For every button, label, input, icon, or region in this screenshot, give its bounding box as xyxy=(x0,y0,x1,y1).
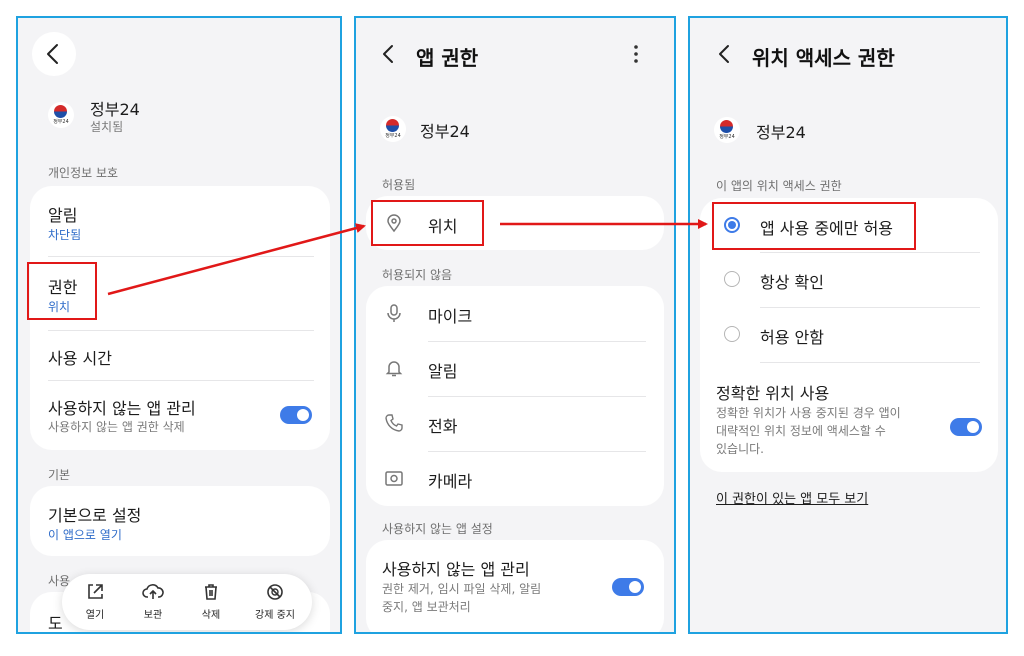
bottom-action-bar: 열기 보관 삭제 강제 중지 xyxy=(62,574,312,630)
back-button[interactable] xyxy=(32,32,76,76)
not-allowed-card: 마이크 알림 전화 카메라 xyxy=(366,286,664,506)
back-arrow-icon xyxy=(47,44,58,64)
permission-camera-row[interactable]: 카메라 xyxy=(366,451,664,506)
section-privacy: 개인정보 보호 xyxy=(48,166,119,180)
app-name: 정부24 xyxy=(90,100,140,119)
trash-icon xyxy=(205,584,217,600)
permission-camera-label: 카메라 xyxy=(428,472,473,491)
back-arrow-icon xyxy=(719,45,729,63)
phone-icon xyxy=(385,414,403,432)
delete-button[interactable]: 삭제 xyxy=(188,580,234,624)
app-logo: 정부24 xyxy=(714,117,740,143)
precise-location-desc-1: 정확한 위치가 사용 중지된 경우 앱이 xyxy=(716,406,901,420)
usage-time-row[interactable]: 사용 시간 xyxy=(30,330,330,380)
set-default-label: 기본으로 설정 xyxy=(48,506,142,525)
see-all-apps-link[interactable]: 이 권한이 있는 앱 모두 보기 xyxy=(716,488,868,507)
open-button[interactable]: 열기 xyxy=(72,580,118,624)
set-default-value: 이 앱으로 열기 xyxy=(48,528,122,542)
default-card: 기본으로 설정 이 앱으로 열기 xyxy=(30,486,330,556)
unused-apps-label: 사용하지 않는 앱 관리 xyxy=(48,399,196,418)
app-name: 정부24 xyxy=(420,122,470,141)
back-button[interactable] xyxy=(710,40,738,68)
permission-microphone-row[interactable]: 마이크 xyxy=(366,286,664,341)
back-button[interactable] xyxy=(374,40,402,68)
back-arrow-icon xyxy=(383,45,393,63)
highlight-while-using-option xyxy=(712,202,916,250)
precise-location-toggle[interactable] xyxy=(950,418,982,436)
unused-apps-label: 사용하지 않는 앱 관리 xyxy=(382,560,530,579)
permission-phone-label: 전화 xyxy=(428,417,458,436)
unused-apps-toggle[interactable] xyxy=(612,578,644,596)
archive-label: 보관 xyxy=(143,610,163,621)
precise-location-desc-3: 있습니다. xyxy=(716,442,764,456)
precise-location-label: 정확한 위치 사용 xyxy=(716,384,830,403)
permission-microphone-label: 마이크 xyxy=(428,307,473,326)
precise-location-row[interactable]: 정확한 위치 사용 정확한 위치가 사용 중지된 경우 앱이 대략적인 위치 정… xyxy=(700,362,998,470)
page-title: 위치 액세스 권한 xyxy=(752,46,895,70)
cloud-upload-icon xyxy=(142,584,164,599)
option-deny-label: 허용 안함 xyxy=(760,328,824,347)
usage-time-label: 사용 시간 xyxy=(48,349,112,368)
bell-icon xyxy=(385,361,403,377)
page-title: 앱 권한 xyxy=(416,46,479,70)
unused-apps-desc: 사용하지 않는 앱 권한 삭제 xyxy=(48,420,185,434)
more-options-icon[interactable] xyxy=(626,42,646,66)
camera-icon xyxy=(385,471,403,486)
partial-row-label: 도 xyxy=(48,614,63,633)
force-stop-button[interactable]: 강제 중지 xyxy=(246,580,304,624)
app-logo: 정부24 xyxy=(48,102,74,128)
highlight-location-row xyxy=(371,200,484,246)
app-info-screen: 정부24 정부24 설치됨 개인정보 보호 알림 차단됨 권한 위치 사용 시간… xyxy=(16,16,342,634)
unused-apps-desc-1: 권한 제거, 임시 파일 삭제, 알림 xyxy=(382,582,542,596)
unused-apps-row[interactable]: 사용하지 않는 앱 관리 권한 제거, 임시 파일 삭제, 알림 중지, 앱 보… xyxy=(366,540,664,632)
highlight-permissions-row xyxy=(27,262,97,320)
archive-button[interactable]: 보관 xyxy=(130,580,176,624)
unused-apps-toggle[interactable] xyxy=(280,406,312,424)
section-default: 기본 xyxy=(48,468,71,482)
radio-always-ask[interactable] xyxy=(724,271,740,287)
logo-text: 정부24 xyxy=(719,134,735,140)
section-allowed: 허용됨 xyxy=(382,178,416,192)
notifications-row[interactable]: 알림 차단됨 xyxy=(30,186,330,256)
delete-label: 삭제 xyxy=(201,610,221,621)
microphone-icon xyxy=(387,304,401,322)
app-name: 정부24 xyxy=(756,123,806,142)
location-permission-screen: 위치 액세스 권한 정부24 정부24 이 앱의 위치 액세스 권한 앱 사용 … xyxy=(688,16,1008,634)
app-permissions-screen: 앱 권한 정부24 정부24 허용됨 위치 허용되지 않음 마이크 알림 전화 xyxy=(354,16,676,634)
notifications-value: 차단됨 xyxy=(48,228,82,242)
permission-phone-row[interactable]: 전화 xyxy=(366,396,664,451)
option-always-ask-label: 항상 확인 xyxy=(760,273,824,292)
app-logo: 정부24 xyxy=(380,116,406,142)
section-not-allowed: 허용되지 않음 xyxy=(382,268,453,282)
unused-apps-desc-2: 중지, 앱 보관처리 xyxy=(382,600,471,614)
permission-notifications-row[interactable]: 알림 xyxy=(366,341,664,396)
unused-settings-card: 사용하지 않는 앱 관리 권한 제거, 임시 파일 삭제, 알림 중지, 앱 보… xyxy=(366,540,664,632)
open-label: 열기 xyxy=(85,610,105,621)
unused-apps-row[interactable]: 사용하지 않는 앱 관리 사용하지 않는 앱 권한 삭제 xyxy=(30,380,330,450)
logo-text: 정부24 xyxy=(53,119,69,125)
set-default-row[interactable]: 기본으로 설정 이 앱으로 열기 xyxy=(30,486,330,556)
app-status: 설치됨 xyxy=(90,120,124,134)
option-deny[interactable]: 허용 안함 xyxy=(700,307,998,362)
force-stop-label: 강제 중지 xyxy=(255,610,295,621)
permission-notifications-label: 알림 xyxy=(428,362,458,381)
open-external-icon xyxy=(88,584,103,599)
precise-location-desc-2: 대략적인 위치 정보에 액세스할 수 xyxy=(716,424,886,438)
radio-deny[interactable] xyxy=(724,326,740,342)
section-unused-settings: 사용하지 않는 앱 설정 xyxy=(382,522,493,536)
section-location-access: 이 앱의 위치 액세스 권한 xyxy=(716,179,842,193)
option-always-ask[interactable]: 항상 확인 xyxy=(700,252,998,307)
logo-text: 정부24 xyxy=(385,133,401,139)
notifications-label: 알림 xyxy=(48,206,78,225)
stop-icon xyxy=(267,584,283,600)
